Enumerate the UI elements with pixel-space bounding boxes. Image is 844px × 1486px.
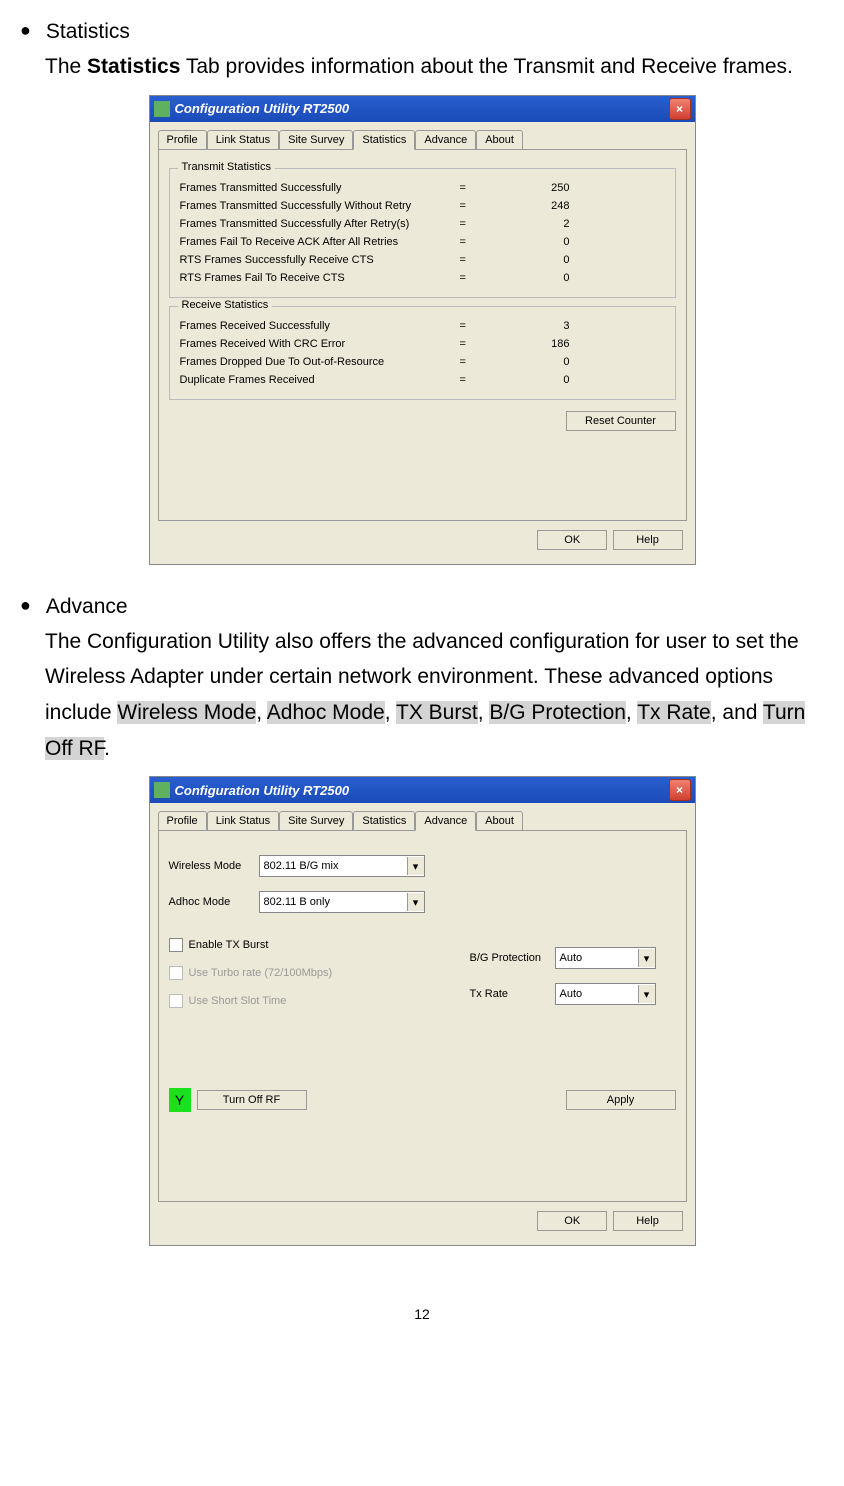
- stat-value: 0: [500, 374, 570, 386]
- window-title: Configuration Utility RT2500: [175, 783, 669, 798]
- stat-equals: =: [460, 200, 500, 212]
- stat-row: Frames Transmitted Successfully=250: [180, 179, 665, 197]
- stat-row: RTS Frames Fail To Receive CTS=0: [180, 269, 665, 287]
- help-button[interactable]: Help: [613, 530, 683, 550]
- close-icon[interactable]: ×: [669, 779, 691, 801]
- ok-button[interactable]: OK: [537, 530, 607, 550]
- advance-description: The Configuration Utility also offers th…: [45, 624, 824, 767]
- reset-counter-button[interactable]: Reset Counter: [566, 411, 676, 431]
- stat-row: Frames Dropped Due To Out-of-Resource=0: [180, 353, 665, 371]
- stat-label: Duplicate Frames Received: [180, 374, 460, 386]
- tab-profile[interactable]: Profile: [158, 130, 207, 150]
- stat-equals: =: [460, 218, 500, 230]
- chevron-down-icon: ▾: [407, 893, 424, 911]
- ok-button[interactable]: OK: [537, 1211, 607, 1231]
- page-number: 12: [20, 1306, 824, 1322]
- stat-equals: =: [460, 356, 500, 368]
- chevron-down-icon: ▾: [407, 857, 424, 875]
- stat-label: RTS Frames Successfully Receive CTS: [180, 254, 460, 266]
- bullet: ●: [20, 20, 31, 44]
- tab-site-survey[interactable]: Site Survey: [279, 811, 353, 831]
- app-icon: [154, 782, 170, 798]
- stat-label: Frames Transmitted Successfully After Re…: [180, 218, 460, 230]
- close-icon[interactable]: ×: [669, 98, 691, 120]
- stat-value: 186: [500, 338, 570, 350]
- help-button[interactable]: Help: [613, 1211, 683, 1231]
- adhoc-mode-label: Adhoc Mode: [169, 896, 259, 908]
- stat-row: Frames Fail To Receive ACK After All Ret…: [180, 233, 665, 251]
- stat-label: Frames Transmitted Successfully: [180, 182, 460, 194]
- adhoc-mode-dropdown[interactable]: 802.11 B only ▾: [259, 891, 425, 913]
- titlebar: Configuration Utility RT2500 ×: [150, 96, 695, 122]
- stat-label: RTS Frames Fail To Receive CTS: [180, 272, 460, 284]
- tabs: Profile Link Status Site Survey Statisti…: [158, 130, 687, 150]
- stat-value: 248: [500, 200, 570, 212]
- stat-value: 0: [500, 254, 570, 266]
- tx-rate-dropdown[interactable]: Auto ▾: [555, 983, 656, 1005]
- bullet: ●: [20, 595, 31, 619]
- transmit-title: Transmit Statistics: [178, 161, 275, 173]
- stat-equals: =: [460, 374, 500, 386]
- stat-row: Frames Received With CRC Error=186: [180, 335, 665, 353]
- stat-value: 0: [500, 236, 570, 248]
- rf-status-icon: Y: [169, 1088, 191, 1112]
- tab-profile[interactable]: Profile: [158, 811, 207, 831]
- stat-label: Frames Received Successfully: [180, 320, 460, 332]
- stat-equals: =: [460, 272, 500, 284]
- wireless-mode-dropdown[interactable]: 802.11 B/G mix ▾: [259, 855, 425, 877]
- stat-label: Frames Fail To Receive ACK After All Ret…: [180, 236, 460, 248]
- stat-value: 3: [500, 320, 570, 332]
- turn-off-rf-button[interactable]: Turn Off RF: [197, 1090, 307, 1110]
- statistics-description: The Statistics Tab provides information …: [45, 49, 824, 85]
- advance-window: Configuration Utility RT2500 × Profile L…: [149, 776, 696, 1246]
- window-title: Configuration Utility RT2500: [175, 101, 669, 116]
- statistics-window: Configuration Utility RT2500 × Profile L…: [149, 95, 696, 565]
- chevron-down-icon: ▾: [638, 985, 655, 1003]
- stat-equals: =: [460, 254, 500, 266]
- tab-statistics[interactable]: Statistics: [353, 811, 415, 831]
- app-icon: [154, 101, 170, 117]
- stat-value: 0: [500, 272, 570, 284]
- stat-row: RTS Frames Successfully Receive CTS=0: [180, 251, 665, 269]
- stat-equals: =: [460, 338, 500, 350]
- tab-statistics[interactable]: Statistics: [353, 130, 415, 150]
- receive-title: Receive Statistics: [178, 299, 273, 311]
- stat-label: Frames Transmitted Successfully Without …: [180, 200, 460, 212]
- section-title-advance: Advance: [46, 595, 128, 619]
- bg-protection-dropdown[interactable]: Auto ▾: [555, 947, 656, 969]
- tab-advance[interactable]: Advance: [415, 811, 476, 831]
- tab-about[interactable]: About: [476, 811, 523, 831]
- receive-statistics-group: Receive Statistics Frames Received Succe…: [169, 306, 676, 400]
- titlebar: Configuration Utility RT2500 ×: [150, 777, 695, 803]
- stat-row: Duplicate Frames Received=0: [180, 371, 665, 389]
- tx-rate-label: Tx Rate: [470, 988, 555, 1000]
- transmit-statistics-group: Transmit Statistics Frames Transmitted S…: [169, 168, 676, 298]
- section-title-statistics: Statistics: [46, 20, 130, 44]
- tab-advance[interactable]: Advance: [415, 130, 476, 150]
- stat-equals: =: [460, 182, 500, 194]
- stat-row: Frames Received Successfully=3: [180, 317, 665, 335]
- bg-protection-label: B/G Protection: [470, 952, 555, 964]
- stat-row: Frames Transmitted Successfully Without …: [180, 197, 665, 215]
- tab-link-status[interactable]: Link Status: [207, 811, 279, 831]
- stat-row: Frames Transmitted Successfully After Re…: [180, 215, 665, 233]
- stat-value: 250: [500, 182, 570, 194]
- wireless-mode-label: Wireless Mode: [169, 860, 259, 872]
- stat-value: 0: [500, 356, 570, 368]
- stat-label: Frames Received With CRC Error: [180, 338, 460, 350]
- stat-equals: =: [460, 236, 500, 248]
- apply-button[interactable]: Apply: [566, 1090, 676, 1110]
- chevron-down-icon: ▾: [638, 949, 655, 967]
- stat-equals: =: [460, 320, 500, 332]
- tab-about[interactable]: About: [476, 130, 523, 150]
- tab-site-survey[interactable]: Site Survey: [279, 130, 353, 150]
- stat-label: Frames Dropped Due To Out-of-Resource: [180, 356, 460, 368]
- tab-link-status[interactable]: Link Status: [207, 130, 279, 150]
- tabs: Profile Link Status Site Survey Statisti…: [158, 811, 687, 831]
- stat-value: 2: [500, 218, 570, 230]
